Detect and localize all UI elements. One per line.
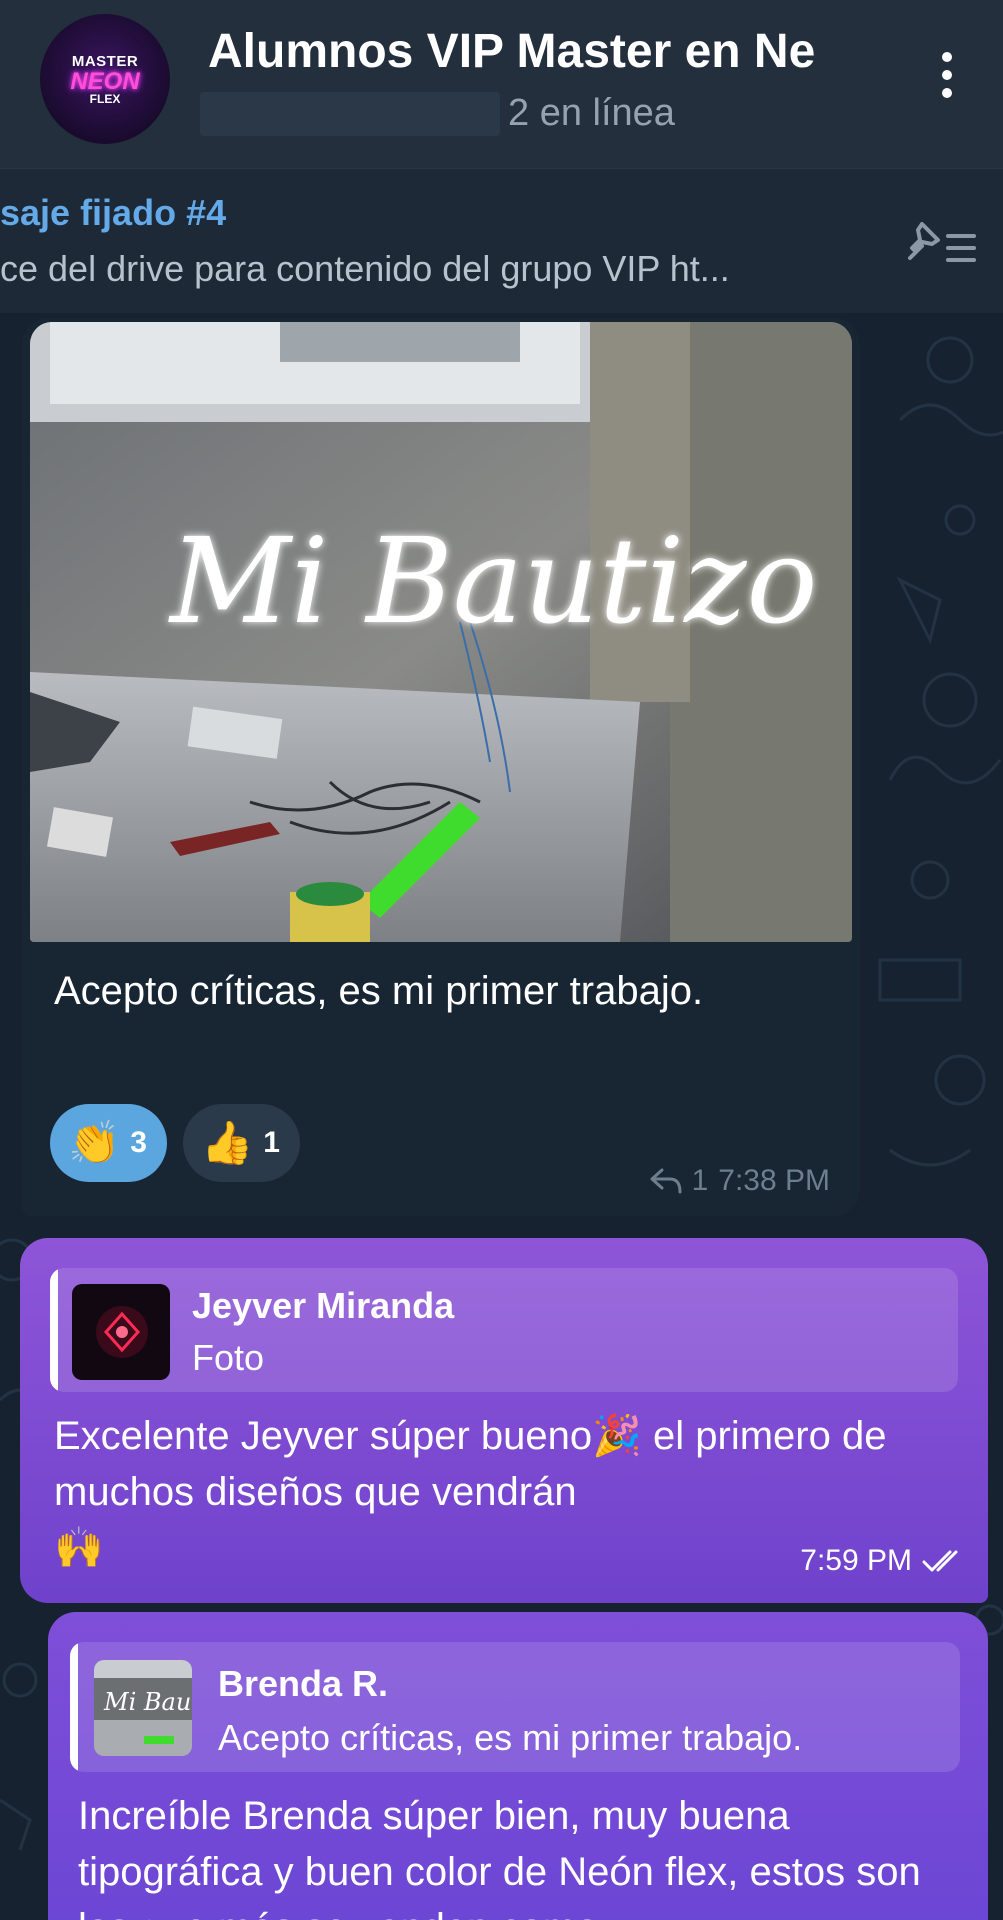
chat-title[interactable]: Alumnos VIP Master en Ne: [208, 20, 883, 84]
outgoing-message[interactable]: Jeyver Miranda Foto Excelente Jeyver súp…: [20, 1238, 988, 1603]
party-popper-icon: 🎉: [592, 1413, 642, 1459]
thumb-sign-text: Mi Bautizo: [103, 1688, 192, 1716]
clapping-hands-icon: 👏: [68, 1118, 121, 1167]
reply-author: Brenda R.: [218, 1663, 389, 1704]
reply-snippet: Foto: [192, 1337, 265, 1378]
incoming-photo-message[interactable]: Mi Bautizo Acepto críticas, es mi primer…: [22, 318, 860, 1216]
chat-screen: MASTER NEON FLEX Alumnos VIP Master en N…: [0, 0, 1003, 1920]
reply-thumbnail: [72, 1284, 170, 1380]
reaction-count: 3: [130, 1126, 147, 1159]
avatar-line-3: FLEX: [89, 91, 121, 106]
message-text-part: Excelente Jeyver súper bueno: [54, 1414, 593, 1458]
chat-header: MASTER NEON FLEX Alumnos VIP Master en N…: [0, 0, 1003, 168]
message-meta: 1 7:38 PM: [650, 1164, 830, 1198]
reactions-row: 👏 3 👍 1: [50, 1104, 300, 1184]
more-vertical-icon[interactable]: [936, 52, 958, 112]
message-time: 7:59 PM: [800, 1544, 912, 1577]
redacted-member-count: [200, 92, 500, 136]
outgoing-message[interactable]: Mi Bautizo Brenda R. Acepto críticas, es…: [48, 1612, 988, 1920]
reply-snippet: Acepto críticas, es mi primer trabajo.: [218, 1717, 803, 1758]
reaction-count: 1: [263, 1126, 280, 1159]
message-caption: Acepto críticas, es mi primer trabajo.: [54, 969, 704, 1013]
online-status: 2 en línea: [508, 92, 675, 134]
pinned-text: ce del drive para contenido del grupo VI…: [0, 248, 730, 289]
raised-hands-icon: 🙌: [54, 1525, 104, 1571]
pinned-title: saje fijado #4: [0, 192, 227, 233]
neon-sign-photo: Mi Bautizo: [30, 322, 852, 942]
message-time: 7:38 PM: [718, 1164, 830, 1197]
message-text: Increíble Brenda súper bien, muy buena t…: [78, 1794, 921, 1920]
reaction-clap[interactable]: 👏 3: [50, 1104, 167, 1182]
reply-arrow-icon[interactable]: [650, 1168, 682, 1194]
group-avatar[interactable]: MASTER NEON FLEX: [40, 14, 170, 144]
neon-sign-text: Mi Bautizo: [168, 512, 818, 650]
double-check-icon: [922, 1550, 958, 1572]
pin-list-icon[interactable]: [904, 216, 984, 276]
reply-thumbnail: Mi Bautizo: [94, 1660, 192, 1756]
reply-count[interactable]: 1: [692, 1164, 709, 1198]
pinned-message-bar[interactable]: saje fijado #4 ce del drive para conteni…: [0, 168, 1003, 313]
message-photo[interactable]: Mi Bautizo: [30, 322, 852, 942]
message-meta: 7:59 PM: [800, 1544, 966, 1578]
reply-author: Jeyver Miranda: [192, 1285, 455, 1326]
reply-preview[interactable]: Mi Bautizo Brenda R. Acepto críticas, es…: [70, 1642, 960, 1772]
thumbs-up-icon: 👍: [200, 1118, 254, 1167]
reply-preview[interactable]: Jeyver Miranda Foto: [50, 1268, 958, 1392]
reaction-thumbs-up[interactable]: 👍 1: [182, 1104, 300, 1182]
